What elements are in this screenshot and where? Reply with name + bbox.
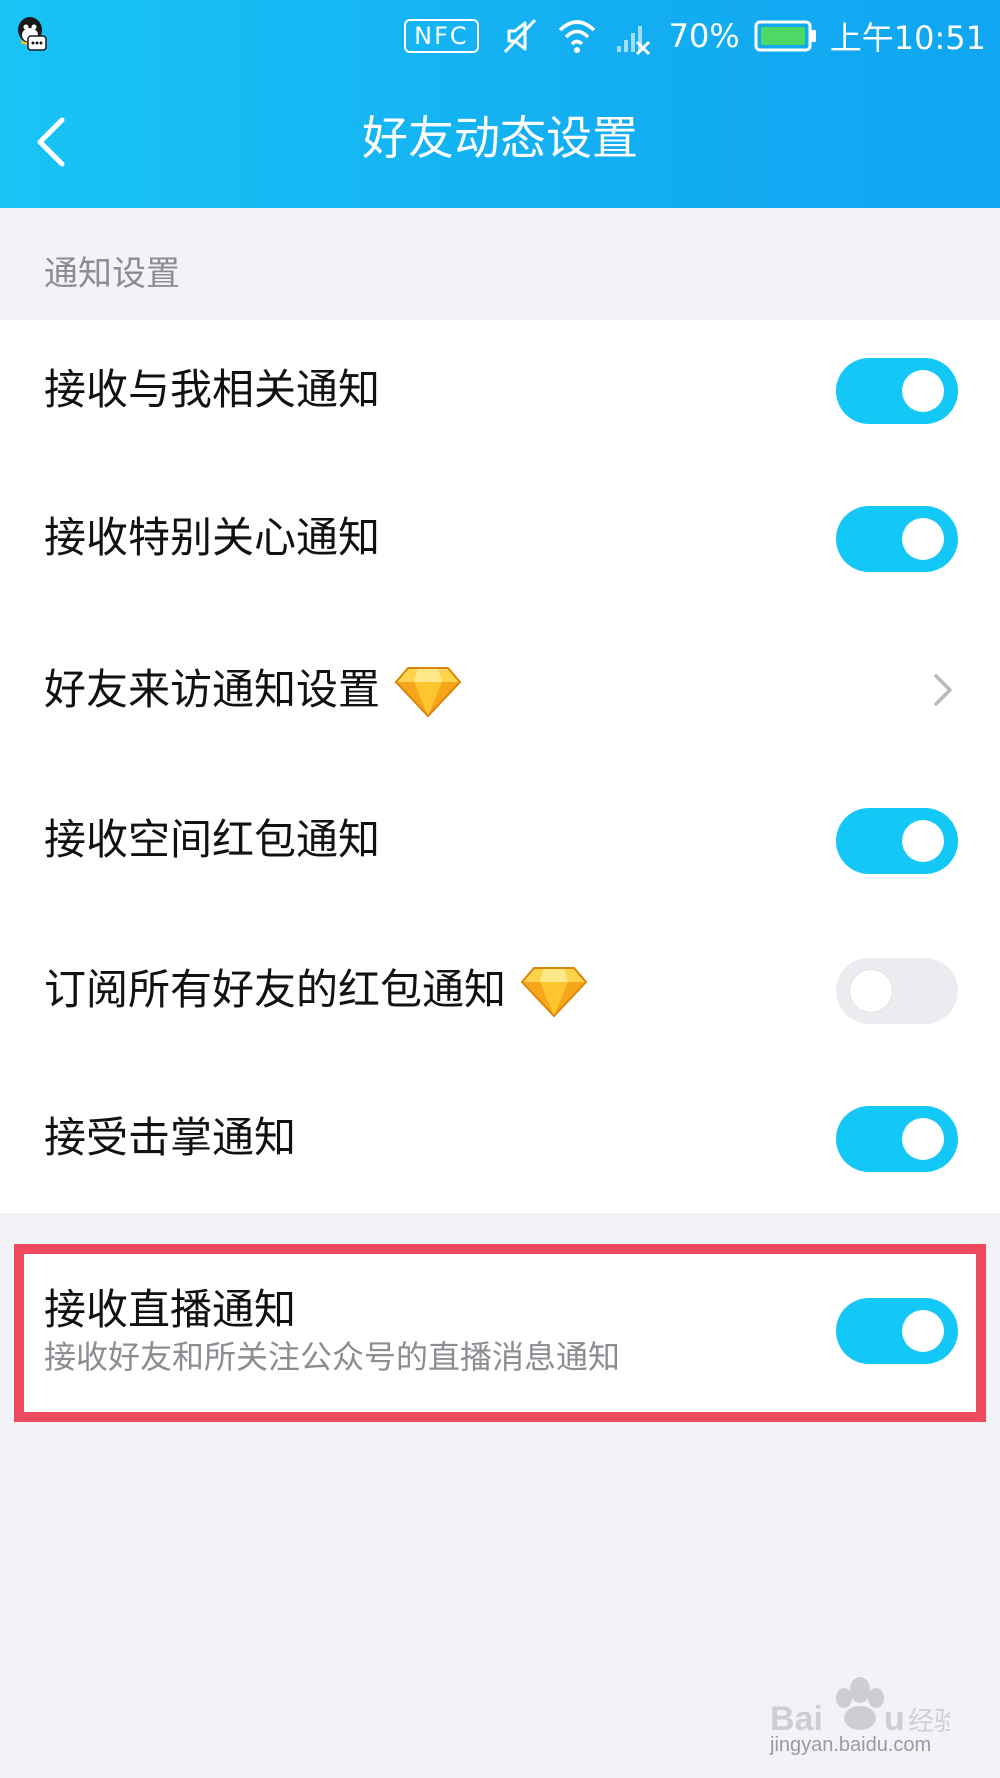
header: NFC 70% 上午10:51 好友动态设置 [0,0,1000,208]
svg-text:Bai: Bai [770,1700,823,1738]
diamond-icon [394,667,462,718]
battery-icon [754,20,816,52]
svg-text:经验: 经验 [908,1707,950,1737]
setting-label-text: 接收与我相关通知 [44,365,381,414]
setting-label-text: 好友来访通知设置 [44,665,381,714]
toggle-knob [902,518,944,560]
svg-text:u: u [884,1700,905,1738]
battery-percent: 70% [668,17,740,55]
mute-icon [503,18,536,54]
setting-label-text: 订阅所有好友的红包通知 [44,965,507,1014]
nfc-badge: NFC [404,19,479,53]
page-title: 好友动态设置 [362,111,638,165]
setting-label: 接受击掌通知 [44,1108,296,1168]
setting-row-high-five-notify: 接受击掌通知 [0,1068,1000,1208]
setting-row-red-packet-notify: 接收空间红包通知 [0,770,1000,910]
section-label: 通知设置 [44,254,180,294]
toggle-knob [902,370,944,412]
status-icons: NFC 70% 上午10:51 [404,14,986,58]
toggle-subscribe-red-packet[interactable] [836,958,958,1024]
setting-label: 接收空间红包通知 [44,810,380,870]
toggle-related-notify[interactable] [836,358,958,424]
chevron-right-icon [934,674,952,706]
toggle-knob [902,820,944,862]
setting-row-visitor-notify[interactable]: 好友来访通知设置 [0,620,1000,760]
setting-row-subscribe-red-packet: 订阅所有好友的红包通知 [0,920,1000,1060]
toggle-high-five-notify[interactable] [836,1106,958,1172]
setting-label: 好友来访通知设置 [44,660,462,720]
status-bar: NFC 70% 上午10:51 [0,0,1000,72]
highlight-box [14,1244,986,1422]
setting-label-text: 接收空间红包通知 [44,815,381,864]
clock: 上午10:51 [829,19,986,57]
screen: NFC 70% 上午10:51 好友动态设置 通知设置 接收与我相关通知 接收特… [0,0,1000,1778]
setting-label-text: 接收特别关心通知 [44,513,381,562]
toggle-special-care-notify[interactable] [836,506,958,572]
signal-off-icon [616,26,650,56]
qq-notification-icon [18,17,47,51]
setting-row-special-care-notify: 接收特别关心通知 [0,468,1000,608]
setting-label: 接收与我相关通知 [44,360,380,420]
toggle-red-packet-notify[interactable] [836,808,958,874]
settings-list: 接收与我相关通知 接收特别关心通知 好友来访通知设置 接收空间红包通知 订阅所有… [0,320,1000,1213]
title-bar: 好友动态设置 [0,72,1000,208]
toggle-knob [902,1118,944,1160]
diamond-icon [520,967,588,1018]
watermark-url: jingyan.baidu.com [770,1734,932,1756]
setting-label-text: 接受击掌通知 [44,1113,297,1162]
toggle-knob [850,970,892,1012]
setting-row-related-notify: 接收与我相关通知 [0,320,1000,460]
setting-label: 接收特别关心通知 [44,508,380,568]
setting-label: 订阅所有好友的红包通知 [44,960,588,1020]
wifi-icon [558,20,595,53]
